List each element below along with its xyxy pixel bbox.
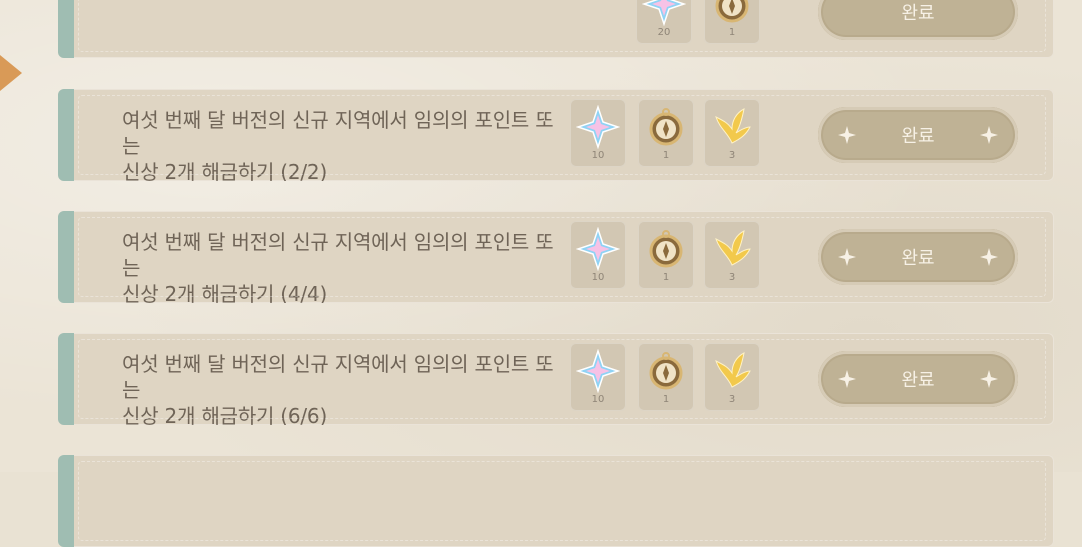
quest-card-stripe xyxy=(58,333,74,425)
primogem-icon xyxy=(576,349,620,393)
reward-count: 1 xyxy=(662,394,670,405)
reward-slot[interactable]: 3 xyxy=(704,99,760,167)
reward-count: 10 xyxy=(591,272,605,283)
compass-icon xyxy=(649,230,683,268)
quest-description: 여섯 번째 달 버전의 신규 지역에서 임의의 포인트 또는 신상 2개 해금하… xyxy=(122,107,562,181)
reward-slot[interactable]: 10 xyxy=(570,221,626,289)
compass-icon xyxy=(715,0,749,23)
quest-text-line1: 여섯 번째 달 버전의 신규 지역에서 임의의 포인트 또는 xyxy=(122,352,554,402)
reward-slot[interactable]: 1 xyxy=(638,99,694,167)
sparkle-icon xyxy=(980,126,998,144)
quest-card: 여섯 번째 달 버전의 신규 지역에서 임의의 포인트 또는 신상 2개 해금하… xyxy=(58,89,1054,181)
complete-button[interactable]: 완료 xyxy=(818,351,1018,407)
reward-count: 10 xyxy=(591,150,605,161)
reward-count: 1 xyxy=(662,272,670,283)
quest-text-line2: 신상 2개 해금하기 xyxy=(122,160,275,181)
compass-icon xyxy=(649,108,683,146)
sparkle-icon xyxy=(838,370,856,388)
primogem-icon xyxy=(576,105,620,149)
primogem-icon xyxy=(576,227,620,271)
complete-button[interactable]: 완료 xyxy=(818,0,1018,40)
sparkle-icon xyxy=(838,248,856,266)
side-tab-marker[interactable] xyxy=(0,55,22,91)
wing-icon xyxy=(715,352,751,388)
quest-card: 여섯 번째 달 버전의 신규 지역에서 임의의 포인트 또는 신상 2개 해금하… xyxy=(58,211,1054,303)
quest-card-stripe xyxy=(58,89,74,181)
sparkle-icon xyxy=(838,126,856,144)
quest-text-line1: 여섯 번째 달 버전의 신규 지역에서 임의의 포인트 또는 xyxy=(122,108,554,158)
quest-text-line1: 여섯 번째 달 버전의 신규 지역에서 임의의 포인트 또는 xyxy=(122,230,554,280)
wing-icon xyxy=(715,108,751,144)
reward-count: 1 xyxy=(728,27,736,38)
quest-card-stripe xyxy=(58,455,74,547)
reward-slot[interactable]: 10 xyxy=(570,343,626,411)
reward-slot[interactable]: 3 xyxy=(704,343,760,411)
quest-card xyxy=(58,455,1054,547)
reward-slot[interactable]: 1 xyxy=(638,221,694,289)
reward-count: 10 xyxy=(591,394,605,405)
wing-icon xyxy=(715,230,751,266)
quest-description: 여섯 번째 달 버전의 신규 지역에서 임의의 포인트 또는 신상 2개 해금하… xyxy=(122,229,562,303)
quest-card: 20 1 완료 xyxy=(58,0,1054,58)
reward-slot[interactable]: 1 xyxy=(704,0,760,44)
reward-count: 3 xyxy=(728,272,736,283)
quest-description xyxy=(122,0,562,10)
quest-description: 여섯 번째 달 버전의 신규 지역에서 임의의 포인트 또는 신상 2개 해금하… xyxy=(122,351,562,425)
quest-progress: (4/4) xyxy=(280,282,328,303)
reward-count: 1 xyxy=(662,150,670,161)
complete-button-label: 완료 xyxy=(901,248,935,269)
reward-count: 20 xyxy=(657,27,671,38)
reward-slot[interactable]: 10 xyxy=(570,99,626,167)
complete-button[interactable]: 완료 xyxy=(818,229,1018,285)
reward-slot[interactable]: 20 xyxy=(636,0,692,44)
reward-count: 3 xyxy=(728,150,736,161)
complete-button-label: 완료 xyxy=(901,3,935,24)
quest-card: 여섯 번째 달 버전의 신규 지역에서 임의의 포인트 또는 신상 2개 해금하… xyxy=(58,333,1054,425)
reward-slot[interactable]: 1 xyxy=(638,343,694,411)
quest-text-line2: 신상 2개 해금하기 xyxy=(122,404,275,425)
quest-card-stripe xyxy=(58,211,74,303)
primogem-icon xyxy=(642,0,686,26)
reward-slot[interactable]: 3 xyxy=(704,221,760,289)
quest-text-line2: 신상 2개 해금하기 xyxy=(122,282,275,303)
reward-count: 3 xyxy=(728,394,736,405)
complete-button-label: 완료 xyxy=(901,370,935,391)
quest-progress: (2/2) xyxy=(280,160,328,181)
complete-button-label: 완료 xyxy=(901,126,935,147)
complete-button[interactable]: 완료 xyxy=(818,107,1018,163)
quest-card-stripe xyxy=(58,0,74,58)
sparkle-icon xyxy=(980,370,998,388)
quest-progress: (6/6) xyxy=(280,404,328,425)
sparkle-icon xyxy=(980,248,998,266)
compass-icon xyxy=(649,352,683,390)
